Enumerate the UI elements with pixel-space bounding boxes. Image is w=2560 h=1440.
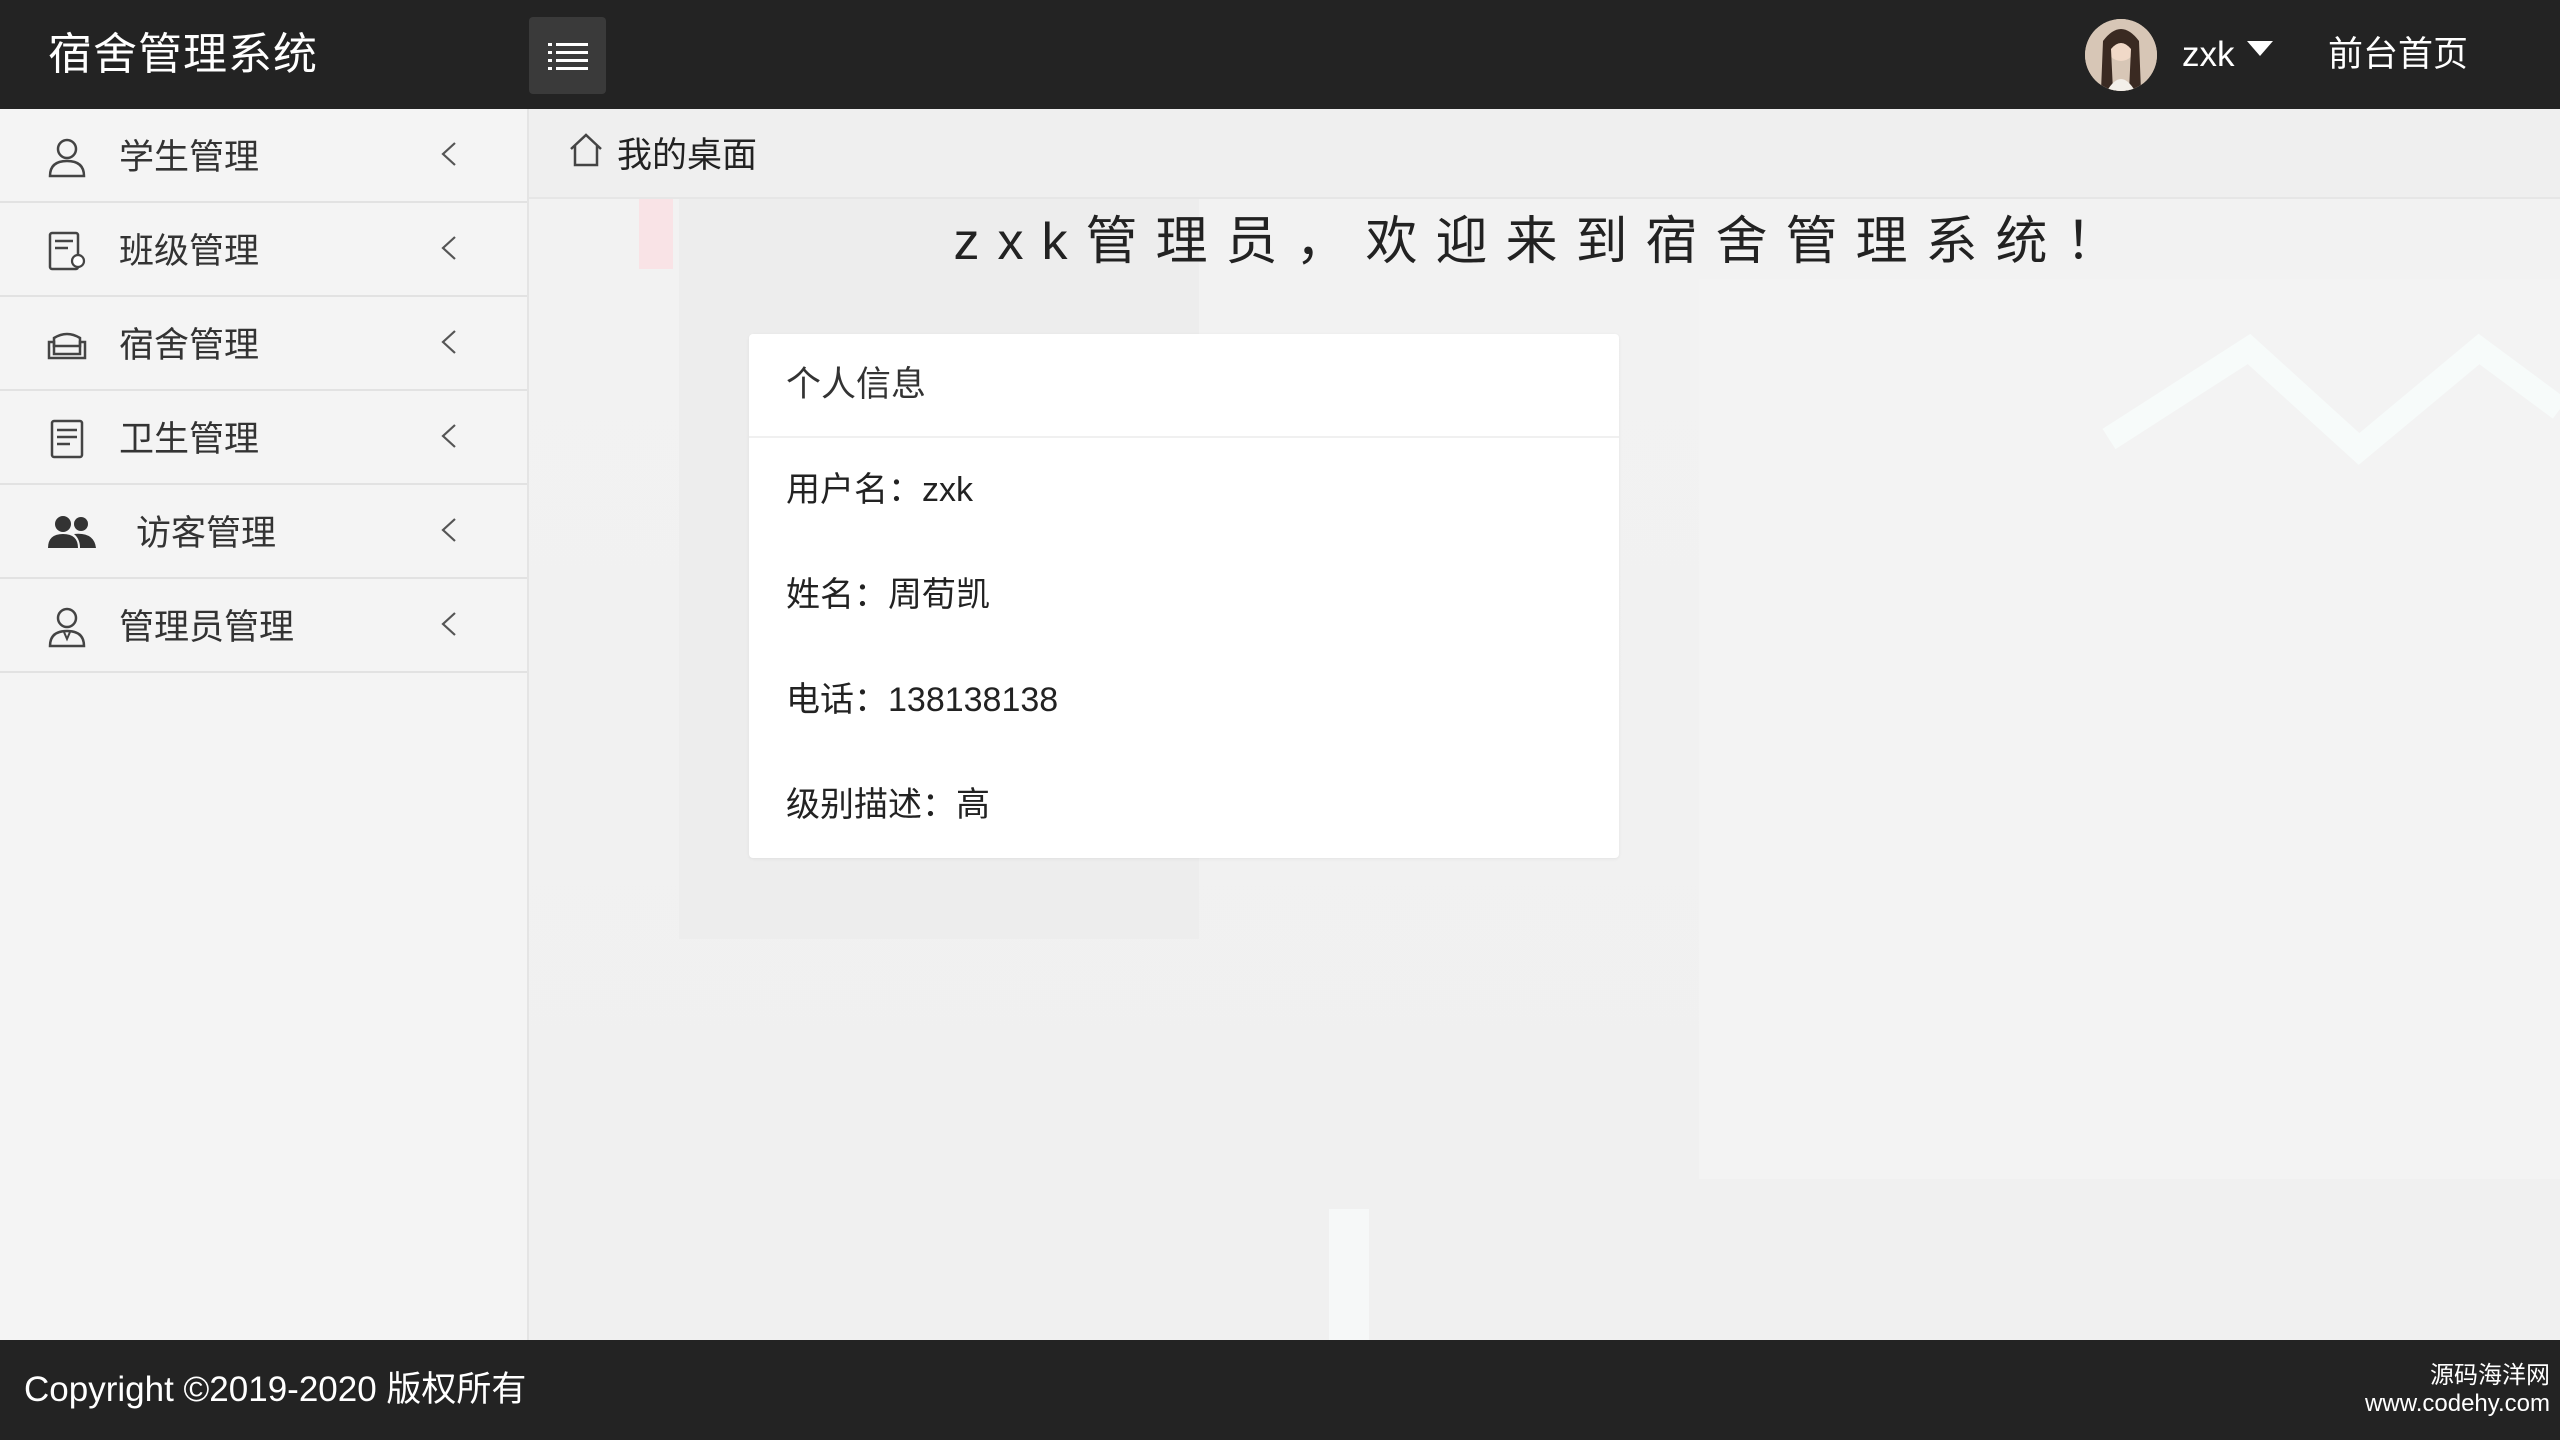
avatar[interactable] (2085, 19, 2157, 91)
sidebar: 学生管理 班级管理 宿舍管理 卫生管理 访客管理 管理员管理 (0, 109, 529, 1340)
sidebar-item-label: 宿舍管理 (119, 326, 260, 365)
sidebar-item-label: 班级管理 (119, 232, 260, 271)
profile-card: 个人信息 用户名：zxk 姓名：周荀凯 电话：138138138 级别描述：高 (749, 334, 1619, 858)
card-title: 个人信息 (749, 334, 1619, 438)
profile-level: 级别描述：高 (786, 786, 990, 824)
welcome-message: zxk管理员，欢迎来到宿舍管理系统！ (953, 213, 2136, 271)
watermark-line2: www.codehy.com (2365, 1390, 2550, 1417)
sidebar-item-students[interactable]: 学生管理 (0, 109, 527, 203)
chevron-left-icon (441, 142, 456, 166)
main-content: 我的桌面 zxk管理员，欢迎来到宿舍管理系统！ 个人信息 用户名：zxk 姓名：… (529, 109, 2560, 1340)
sofa-icon (47, 332, 87, 360)
sidebar-item-label: 卫生管理 (119, 420, 260, 459)
chevron-left-icon (441, 424, 456, 448)
sidebar-item-visitors[interactable]: 访客管理 (0, 485, 527, 579)
profile-phone: 电话：138138138 (786, 681, 1059, 719)
home-icon[interactable] (567, 131, 605, 169)
sidebar-item-dorms[interactable]: 宿舍管理 (0, 297, 527, 391)
breadcrumb-item-desktop[interactable]: 我的桌面 (617, 109, 757, 197)
front-home-link[interactable]: 前台首页 (2328, 0, 2468, 109)
chevron-left-icon (441, 612, 456, 636)
username-label[interactable]: zxk (2182, 0, 2235, 109)
profile-name: 姓名：周荀凯 (786, 576, 990, 614)
avatar-image (2085, 19, 2157, 91)
chevron-left-icon (441, 236, 456, 260)
app-title: 宿舍管理系统 (48, 30, 318, 79)
menu-toggle-button[interactable] (529, 17, 606, 94)
sidebar-item-label: 管理员管理 (119, 608, 295, 647)
sidebar-item-admins[interactable]: 管理员管理 (0, 579, 527, 673)
profile-username: 用户名：zxk (786, 471, 973, 509)
copyright-text: Copyright ©2019-2020 版权所有 (24, 1370, 527, 1409)
caret-down-icon[interactable] (2247, 41, 2273, 56)
chevron-left-icon (441, 518, 456, 542)
sidebar-item-label: 访客管理 (136, 514, 277, 553)
class-icon (48, 231, 86, 271)
footer: Copyright ©2019-2020 版权所有 源码海洋网 www.code… (0, 1340, 2560, 1440)
breadcrumb: 我的桌面 (529, 109, 2560, 199)
watermark: 源码海洋网 www.codehy.com (2320, 1362, 2550, 1418)
sidebar-item-classes[interactable]: 班级管理 (0, 203, 527, 297)
user-icon (48, 138, 86, 178)
watermark-line1: 源码海洋网 (2430, 1362, 2550, 1389)
top-navbar: 宿舍管理系统 zxk 前台首页 (0, 0, 2560, 109)
sidebar-item-label: 学生管理 (119, 138, 260, 177)
users-icon (48, 516, 96, 548)
admin-icon (48, 607, 86, 648)
chevron-left-icon (441, 330, 456, 354)
list-icon (547, 42, 588, 70)
sidebar-item-hygiene[interactable]: 卫生管理 (0, 391, 527, 485)
document-icon (50, 419, 84, 459)
